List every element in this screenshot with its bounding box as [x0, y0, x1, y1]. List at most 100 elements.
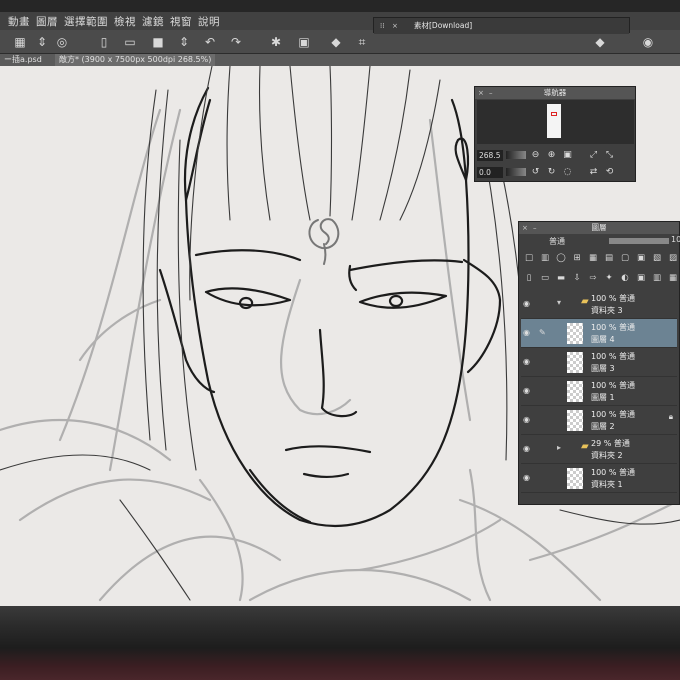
- eye-icon[interactable]: ◉: [523, 328, 530, 337]
- navigator-preview[interactable]: [477, 100, 634, 144]
- eye-icon[interactable]: ◉: [523, 415, 530, 424]
- menu-animation[interactable]: 動畫: [8, 14, 30, 29]
- layer-palette-title-bar[interactable]: × – 圖層: [519, 222, 679, 234]
- zoom-value-field[interactable]: 268.5: [477, 149, 503, 161]
- layer-color-icon[interactable]: □: [523, 252, 535, 264]
- menu-filter[interactable]: 濾鏡: [142, 14, 164, 29]
- new-folder-icon[interactable]: ▬: [555, 272, 567, 284]
- blue-tool-icon[interactable]: ◆: [592, 34, 608, 50]
- eye-icon[interactable]: ◉: [523, 473, 530, 482]
- layer-mask-add-icon[interactable]: ◐: [619, 272, 631, 284]
- layer-mask-icon[interactable]: ▥: [539, 252, 551, 264]
- layer-draft-icon[interactable]: ▤: [603, 252, 615, 264]
- flip-horizontal-icon[interactable]: ⤢: [587, 149, 600, 162]
- layer-row-layer-3[interactable]: ◉ 100 % 普通 圖層 3: [521, 348, 677, 377]
- reset-view-icon[interactable]: ⟲: [603, 166, 616, 179]
- navigator-title-bar[interactable]: × – 導航器: [475, 87, 635, 99]
- palette-grip-icon[interactable]: ⁞⁞: [380, 18, 384, 34]
- transfer-icon[interactable]: ⇨: [587, 272, 599, 284]
- blend-mode-select[interactable]: 普通: [549, 236, 565, 247]
- rotate-right-icon[interactable]: ↻: [545, 166, 558, 179]
- up-down-arrows-icon[interactable]: ⇕: [34, 34, 50, 50]
- layer-palette-title: 圖層: [591, 223, 607, 232]
- sparkle-icon[interactable]: ✱: [268, 34, 284, 50]
- layer-effect-icon[interactable]: ✦: [603, 272, 615, 284]
- layer-name: 資料夾 2: [591, 451, 623, 460]
- layer-row-folder-3[interactable]: ◉ ▾ ▰ 100 % 普通 資料夾 3: [521, 290, 677, 319]
- save-icon[interactable]: ■: [150, 34, 166, 50]
- rotate-left-icon[interactable]: ↺: [529, 166, 542, 179]
- view-frame-indicator[interactable]: [551, 112, 557, 116]
- close-icon[interactable]: ×: [522, 222, 528, 234]
- crop-icon[interactable]: ⌗: [354, 34, 370, 50]
- menu-selection[interactable]: 選擇範圍: [64, 14, 108, 29]
- layer-row-layer-2[interactable]: ◉ 100 % 普通 圖層 2 🔒︎: [521, 406, 677, 435]
- rotation-slider[interactable]: [506, 168, 526, 176]
- material-palette: ⁞⁞ × 素材[Download]: [373, 17, 630, 34]
- menu-window[interactable]: 視窗: [170, 14, 192, 29]
- minimize-icon[interactable]: –: [533, 222, 537, 234]
- menu-view[interactable]: 檢視: [114, 14, 136, 29]
- tool-options-icon[interactable]: ▦: [12, 34, 28, 50]
- menu-layer[interactable]: 圖層: [36, 14, 58, 29]
- layer-opacity-mode: 100 % 普通: [591, 410, 635, 419]
- minimize-icon[interactable]: –: [489, 87, 493, 99]
- apply-mask-icon[interactable]: ▣: [635, 272, 647, 284]
- fill-bucket-icon[interactable]: ◆: [328, 34, 344, 50]
- new-raster-layer-icon[interactable]: ▯: [523, 272, 535, 284]
- swirl-icon[interactable]: ◎: [54, 34, 70, 50]
- fit-view-icon[interactable]: ▣: [561, 149, 574, 162]
- opacity-value[interactable]: 100: [671, 235, 680, 244]
- eye-icon[interactable]: ◉: [523, 357, 530, 366]
- layer-menu-icon[interactable]: ▦: [667, 272, 679, 284]
- layer-row-folder-1[interactable]: ◉ 100 % 普通 資料夾 1: [521, 464, 677, 493]
- lock-icon[interactable]: 🔒︎: [669, 412, 673, 422]
- opacity-slider[interactable]: [609, 238, 669, 244]
- layer-row-layer-1[interactable]: ◉ 100 % 普通 圖層 1: [521, 377, 677, 406]
- layer-opacity-mode: 29 % 普通: [591, 439, 630, 448]
- reset-rotation-icon[interactable]: ◌: [561, 166, 574, 179]
- layer-ref-icon[interactable]: ▦: [587, 252, 599, 264]
- layer-extra-icon[interactable]: ▨: [667, 252, 679, 264]
- menu-help[interactable]: 說明: [198, 14, 220, 29]
- expand-arrow-icon[interactable]: ▾: [557, 298, 561, 307]
- zoom-in-icon[interactable]: ⊕: [545, 149, 558, 162]
- zoom-slider[interactable]: [506, 151, 526, 159]
- undo-icon[interactable]: ↶: [202, 34, 218, 50]
- expand-arrow-icon[interactable]: ▸: [557, 443, 561, 452]
- eye-icon[interactable]: ◉: [523, 444, 530, 453]
- settings-dial-icon[interactable]: ◉: [640, 34, 656, 50]
- transform-icon[interactable]: ▣: [296, 34, 312, 50]
- open-folder-icon[interactable]: ▭: [122, 34, 138, 50]
- layer-lock-icon[interactable]: ▢: [619, 252, 631, 264]
- layer-lock-alpha-icon[interactable]: ▣: [635, 252, 647, 264]
- layer-settings-icon[interactable]: ▧: [651, 252, 663, 264]
- tab-document-1[interactable]: ー插a.psd: [0, 54, 46, 66]
- layer-tools-row-1: □ ▥ ◯ ⊞ ▦ ▤ ▢ ▣ ▧ ▨: [523, 250, 679, 266]
- eye-icon[interactable]: ◉: [523, 386, 530, 395]
- navigator-zoom-row: 268.5 ⊖ ⊕ ▣ ⤢ ⤡: [477, 147, 616, 163]
- zoom-out-icon[interactable]: ⊖: [529, 149, 542, 162]
- layer-row-folder-2[interactable]: ◉ ▸ ▰ 29 % 普通 資料夾 2: [521, 435, 677, 464]
- tab-document-active[interactable]: 敵方* (3900 x 7500px 500dpi 268.5%): [55, 54, 216, 66]
- layer-opacity-mode: 100 % 普通: [591, 468, 635, 477]
- up-arrows-icon[interactable]: ⇕: [176, 34, 192, 50]
- close-icon[interactable]: ×: [478, 87, 484, 99]
- layer-tools-row-2: ▯ ▭ ▬ ⇩ ⇨ ✦ ◐ ▣ ▥ ▦: [523, 270, 679, 286]
- flip-vertical-icon[interactable]: ⤡: [603, 149, 616, 162]
- eye-icon[interactable]: ◉: [523, 299, 530, 308]
- layer-clip-icon[interactable]: ⊞: [571, 252, 583, 264]
- layer-opacity-mode: 100 % 普通: [591, 323, 635, 332]
- layer-row-layer-4[interactable]: ◉ ✎ 100 % 普通 圖層 4: [521, 319, 677, 348]
- new-file-icon[interactable]: ▯: [96, 34, 112, 50]
- merge-down-icon[interactable]: ⇩: [571, 272, 583, 284]
- close-icon[interactable]: ×: [392, 18, 398, 34]
- redo-icon[interactable]: ↷: [228, 34, 244, 50]
- layer-ellipse-icon[interactable]: ◯: [555, 252, 567, 264]
- new-vector-layer-icon[interactable]: ▭: [539, 272, 551, 284]
- rotation-value-field[interactable]: 0.0: [477, 166, 503, 178]
- material-palette-title[interactable]: ⁞⁞ × 素材[Download]: [374, 18, 629, 34]
- swap-icon[interactable]: ⇄: [587, 166, 600, 179]
- layer-palette: × – 圖層 普通 100 □ ▥ ◯ ⊞ ▦ ▤ ▢ ▣ ▧ ▨ ▯ ▭ ▬ …: [518, 221, 680, 505]
- trash-icon[interactable]: ▥: [651, 272, 663, 284]
